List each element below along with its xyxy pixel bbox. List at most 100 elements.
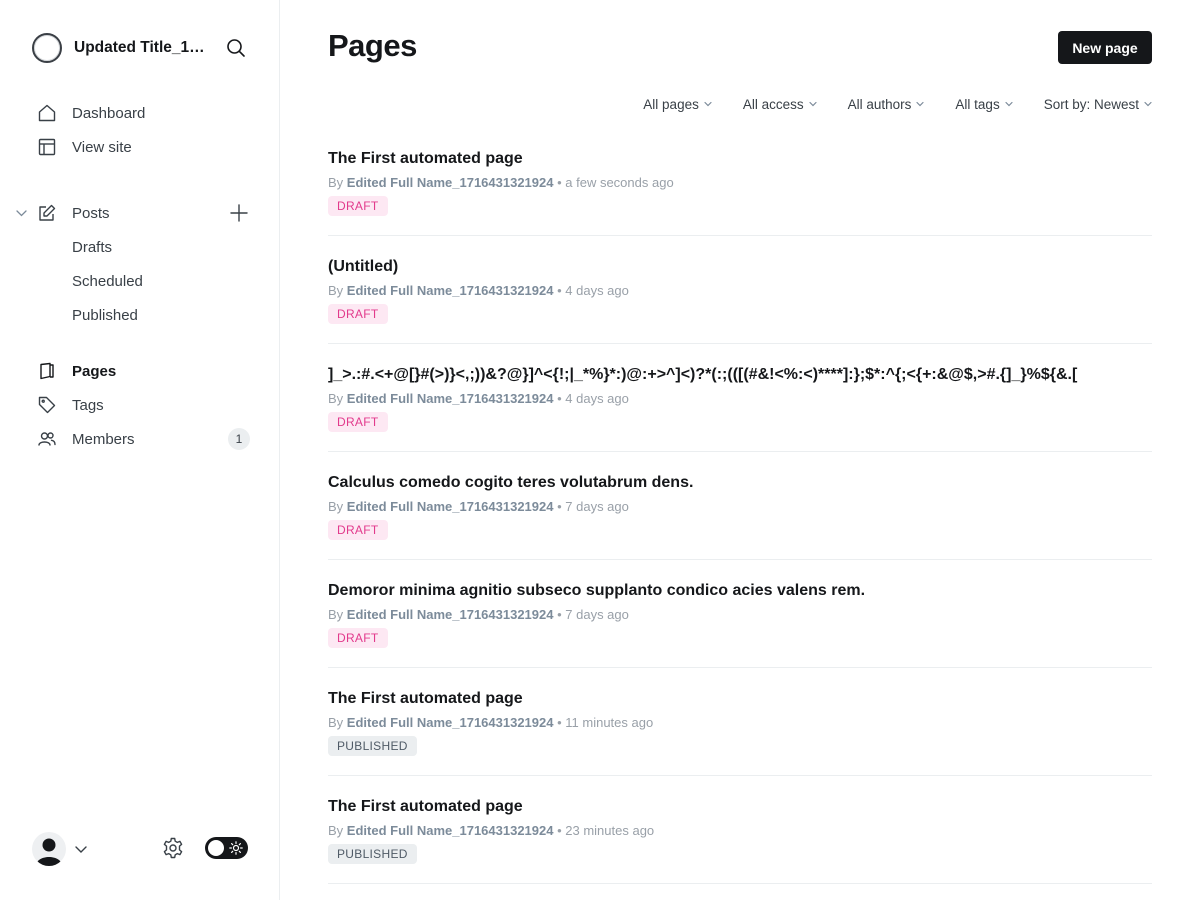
home-icon: [38, 104, 56, 122]
meta-by: By: [328, 499, 344, 514]
page-title-link[interactable]: Calculus comedo cogito teres volutabrum …: [328, 474, 1152, 492]
filter-label: All pages: [643, 96, 699, 112]
sidebar: Updated Title_1716431321924 Dashboard: [0, 0, 280, 900]
chevron-down-icon[interactable]: [14, 206, 28, 220]
chevron-down-icon: [704, 100, 712, 108]
page-meta: By Edited Full Name_1716431321924 • 7 da…: [328, 499, 629, 514]
page-meta: By Edited Full Name_1716431321924 • 4 da…: [328, 283, 629, 298]
page-time: 11 minutes ago: [565, 715, 654, 730]
page-meta: By Edited Full Name_1716431321924 • 7 da…: [328, 607, 629, 622]
page-time: 4 days ago: [565, 283, 629, 298]
site-logo: [32, 33, 62, 63]
site-title: Updated Title_1716431321924: [74, 39, 212, 56]
new-page-button[interactable]: New page: [1058, 31, 1152, 64]
page-time: a few seconds ago: [565, 175, 674, 190]
site-brand[interactable]: Updated Title_1716431321924: [32, 32, 248, 64]
filter-authors-dropdown[interactable]: All authors: [848, 97, 925, 112]
sidebar-item-published[interactable]: Published: [38, 303, 250, 327]
page-title: Pages: [328, 28, 417, 63]
members-icon: [38, 430, 56, 448]
pages-list: The First automated page By Edited Full …: [328, 128, 1152, 884]
page-meta: By Edited Full Name_1716431321924 • a fe…: [328, 175, 674, 190]
filter-type-dropdown[interactable]: All pages: [643, 97, 712, 112]
page-list-item[interactable]: The First automated page By Edited Full …: [328, 776, 1152, 884]
page-author: Edited Full Name_1716431321924: [346, 499, 554, 514]
meta-by: By: [328, 391, 344, 406]
sidebar-item-label: Drafts: [72, 238, 113, 256]
page-meta: By Edited Full Name_1716431321924 • 11 m…: [328, 715, 654, 730]
chevron-down-icon: [809, 100, 817, 108]
main-content: Pages New page All pages All access All …: [280, 0, 1200, 900]
chevron-down-icon: [1144, 100, 1152, 108]
filter-label: Sort by: Newest: [1043, 96, 1139, 112]
sidebar-item-tags[interactable]: Tags: [38, 393, 250, 417]
sidebar-item-posts[interactable]: Posts: [38, 201, 250, 225]
page-list-item[interactable]: ]_>.:#.<+@[}#(>)}<,;))&?@}]^<{!;|_*%}*:)…: [328, 344, 1152, 452]
sidebar-item-pages[interactable]: Pages: [38, 359, 250, 383]
page-title-link[interactable]: The First automated page: [328, 690, 1152, 708]
status-badge: PUBLISHED: [328, 844, 417, 864]
sidebar-item-members[interactable]: Members 1: [38, 427, 250, 451]
page-title-link[interactable]: ]_>.:#.<+@[}#(>)}<,;))&?@}]^<{!;|_*%}*:)…: [328, 366, 1152, 384]
sort-dropdown[interactable]: Sort by: Newest: [1044, 97, 1152, 112]
sidebar-item-scheduled[interactable]: Scheduled: [38, 269, 250, 293]
page-title-link[interactable]: The First automated page: [328, 150, 1152, 168]
page-list-item[interactable]: The First automated page By Edited Full …: [328, 128, 1152, 236]
status-badge: PUBLISHED: [328, 736, 417, 756]
status-badge: DRAFT: [328, 520, 388, 540]
page-list-item[interactable]: Calculus comedo cogito teres volutabrum …: [328, 452, 1152, 560]
chevron-down-icon: [1005, 100, 1013, 108]
page-title-link[interactable]: The First automated page: [328, 798, 1152, 816]
toggle-knob: [208, 840, 224, 856]
page-time: 7 days ago: [565, 499, 629, 514]
page-time: 7 days ago: [565, 607, 629, 622]
page-meta: By Edited Full Name_1716431321924 • 23 m…: [328, 823, 655, 838]
page-author: Edited Full Name_1716431321924: [346, 607, 554, 622]
page-author: Edited Full Name_1716431321924: [346, 175, 554, 190]
sidebar-item-label: Dashboard: [72, 104, 146, 122]
meta-by: By: [328, 175, 344, 190]
chevron-down-icon: [916, 100, 925, 108]
page-meta: By Edited Full Name_1716431321924 • 4 da…: [328, 391, 629, 406]
meta-by: By: [328, 823, 344, 838]
gear-icon[interactable]: [161, 836, 185, 860]
user-avatar[interactable]: [32, 832, 66, 866]
meta-by: By: [328, 607, 344, 622]
status-badge: DRAFT: [328, 628, 388, 648]
page-title-link[interactable]: (Untitled): [328, 258, 1152, 276]
sidebar-item-view-site[interactable]: View site: [38, 135, 250, 159]
search-icon[interactable]: [224, 36, 248, 60]
edit-icon: [38, 204, 56, 222]
meta-by: By: [328, 715, 344, 730]
page-time: 4 days ago: [565, 391, 629, 406]
sidebar-item-label: Members: [72, 430, 135, 448]
sidebar-item-drafts[interactable]: Drafts: [38, 235, 250, 259]
tag-icon: [38, 396, 56, 414]
page-author: Edited Full Name_1716431321924: [346, 715, 554, 730]
dark-mode-toggle[interactable]: [205, 837, 248, 859]
page-author: Edited Full Name_1716431321924: [346, 283, 554, 298]
status-badge: DRAFT: [328, 304, 388, 324]
filter-bar: All pages All access All authors All tag…: [643, 94, 1152, 114]
chevron-down-icon[interactable]: [74, 842, 88, 856]
status-badge: DRAFT: [328, 412, 388, 432]
page-list-item[interactable]: Demoror minima agnitio subseco supplanto…: [328, 560, 1152, 668]
meta-by: By: [328, 283, 344, 298]
filter-tags-dropdown[interactable]: All tags: [955, 96, 1013, 112]
page-list-item[interactable]: The First automated page By Edited Full …: [328, 668, 1152, 776]
sidebar-item-label: View site: [72, 138, 132, 156]
sidebar-item-label: Published: [72, 306, 138, 324]
app-window: Updated Title_1716431321924 Dashboard: [0, 0, 1200, 900]
filter-label: All tags: [955, 96, 1000, 112]
page-author: Edited Full Name_1716431321924: [346, 823, 554, 838]
page-list-item[interactable]: (Untitled) By Edited Full Name_171643132…: [328, 236, 1152, 344]
sidebar-item-dashboard[interactable]: Dashboard: [38, 101, 250, 125]
add-post-icon[interactable]: [229, 203, 249, 223]
filter-access-dropdown[interactable]: All access: [743, 97, 817, 112]
page-time: 23 minutes ago: [565, 823, 655, 838]
sidebar-item-label: Tags: [72, 396, 104, 414]
sun-icon: [229, 841, 243, 855]
page-title-link[interactable]: Demoror minima agnitio subseco supplanto…: [328, 582, 1152, 600]
sidebar-item-label: Pages: [72, 362, 117, 380]
page-author: Edited Full Name_1716431321924: [346, 391, 554, 406]
